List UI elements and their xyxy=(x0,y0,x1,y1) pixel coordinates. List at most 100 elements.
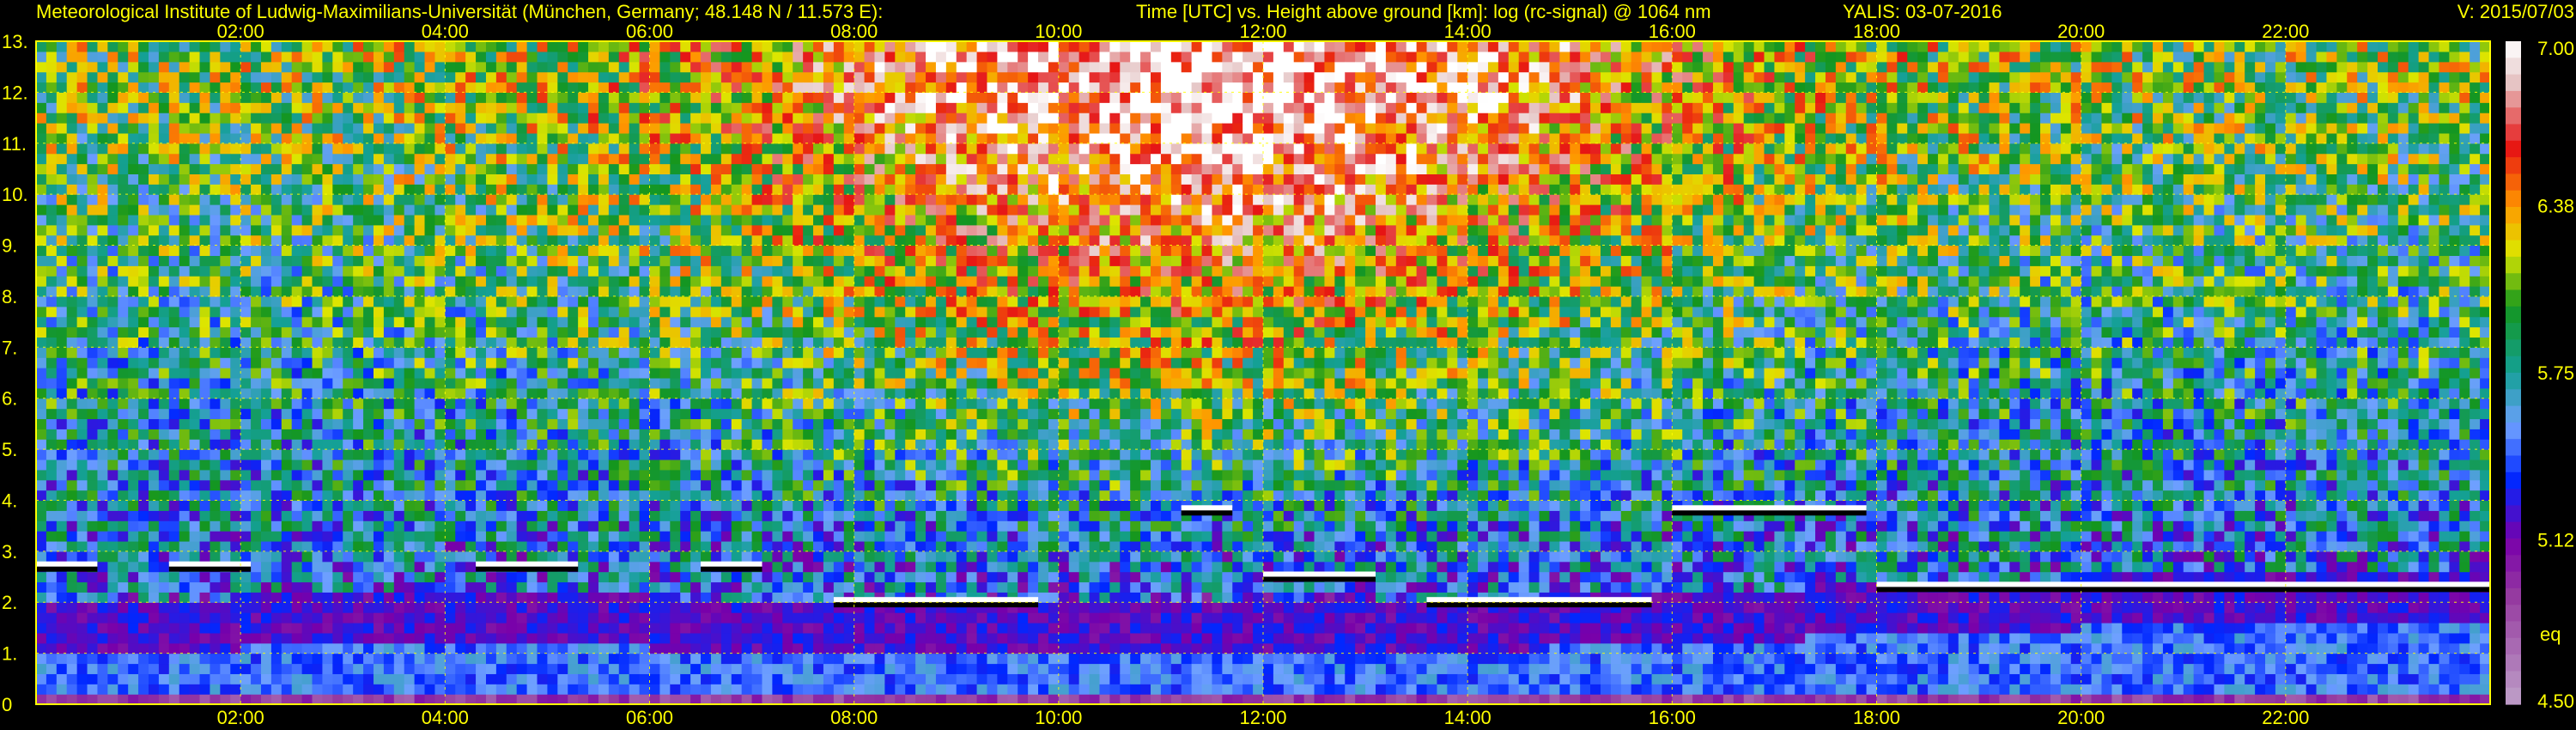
heatmap-cell xyxy=(168,102,180,113)
heatmap-cell xyxy=(568,663,579,674)
heatmap-cell xyxy=(537,612,549,624)
heatmap-cell xyxy=(680,102,691,113)
heatmap-cell xyxy=(312,571,324,583)
heatmap-cell xyxy=(731,653,743,665)
heatmap-cell xyxy=(751,694,763,705)
heatmap-cell xyxy=(618,245,630,257)
heatmap-cell xyxy=(720,531,732,542)
heatmap-cell xyxy=(36,418,47,429)
heatmap-cell xyxy=(741,387,753,399)
heatmap-cell xyxy=(199,531,211,542)
heatmap-cell xyxy=(230,61,241,73)
heatmap-cell xyxy=(87,61,99,73)
heatmap-cell xyxy=(731,531,743,542)
heatmap-cell xyxy=(168,439,180,450)
heatmap-cell xyxy=(629,581,641,593)
heatmap-cell xyxy=(87,531,99,542)
heatmap-cell xyxy=(588,113,599,124)
heatmap-cell xyxy=(363,540,374,552)
heatmap-cell xyxy=(46,531,58,542)
heatmap-cell xyxy=(629,531,641,542)
heatmap-cell xyxy=(741,551,753,563)
heatmap-cell xyxy=(680,551,691,563)
heatmap-cell xyxy=(189,61,201,73)
heatmap-cell xyxy=(608,694,620,705)
heatmap-cell xyxy=(731,469,743,481)
heatmap-cell xyxy=(608,316,620,328)
heatmap-cell xyxy=(710,234,722,246)
heatmap-cell xyxy=(618,653,630,665)
heatmap-cell xyxy=(516,173,528,185)
heatmap-cell xyxy=(332,684,343,695)
heatmap-cell xyxy=(210,551,221,563)
heatmap-cell xyxy=(701,204,712,216)
heatmap-cell xyxy=(720,632,732,644)
heatmap-cell xyxy=(639,184,651,195)
heatmap-cell xyxy=(782,295,793,307)
heatmap-cell xyxy=(383,398,395,410)
heatmap-cell xyxy=(782,479,793,491)
heatmap-cell xyxy=(772,204,783,216)
heatmap-column xyxy=(46,41,58,705)
heatmap-cell xyxy=(710,173,722,185)
heatmap-cell xyxy=(260,245,272,257)
heatmap-cell xyxy=(128,265,139,277)
heatmap-cell xyxy=(312,102,324,113)
heatmap-cell xyxy=(230,398,241,410)
heatmap-cell xyxy=(751,531,763,542)
heatmap-cell xyxy=(373,387,385,399)
heatmap-cell xyxy=(690,153,702,165)
heatmap-cell xyxy=(56,490,68,502)
heatmap-cell xyxy=(148,490,160,502)
heatmap-cell xyxy=(168,673,180,684)
heatmap-column xyxy=(476,41,487,705)
heatmap-cell xyxy=(168,71,180,83)
heatmap-cell xyxy=(782,255,793,266)
heatmap-cell xyxy=(383,265,395,277)
heatmap-cell xyxy=(66,510,78,521)
heatmap-cell xyxy=(168,510,180,521)
heatmap-cell xyxy=(281,153,293,165)
heatmap-cell xyxy=(547,316,558,328)
heatmap-cell xyxy=(598,51,610,63)
heatmap-cell xyxy=(97,113,108,124)
heatmap-cell xyxy=(485,459,497,471)
heatmap-cell xyxy=(710,540,722,552)
heatmap-cell xyxy=(690,132,702,144)
heatmap-cell xyxy=(301,41,313,52)
heatmap-cell xyxy=(107,581,118,593)
heatmap-cell xyxy=(220,347,231,358)
heatmap-cell xyxy=(495,418,507,429)
heatmap-cell xyxy=(148,684,160,695)
heatmap-cell xyxy=(455,255,466,266)
heatmap-cell xyxy=(128,276,139,287)
heatmap-cell xyxy=(618,295,630,307)
heatmap-cell xyxy=(270,224,283,236)
heatmap-cell xyxy=(291,368,303,379)
heatmap-cell xyxy=(608,439,620,450)
heatmap-cell xyxy=(710,520,722,532)
heatmap-cell xyxy=(251,194,262,205)
heatmap-cell xyxy=(158,429,170,440)
heatmap-cell xyxy=(373,418,385,429)
heatmap-cell xyxy=(230,214,241,226)
heatmap-cell xyxy=(782,184,793,195)
heatmap-cell xyxy=(343,71,354,83)
heatmap-cell xyxy=(526,551,538,563)
heatmap-cell xyxy=(568,51,579,63)
heatmap-cell xyxy=(424,306,436,318)
heatmap-cell xyxy=(332,632,343,644)
heatmap-cell xyxy=(97,439,108,450)
heatmap-cell xyxy=(189,286,201,297)
heatmap-cell xyxy=(281,337,293,348)
heatmap-cell xyxy=(772,41,783,52)
heatmap-cell xyxy=(701,571,712,583)
heatmap-cell xyxy=(424,632,436,644)
heatmap-cell xyxy=(36,71,47,83)
heatmap-cell xyxy=(312,194,324,205)
heatmap-cell xyxy=(772,306,783,318)
heatmap-cell xyxy=(189,265,201,277)
heatmap-cell xyxy=(404,102,416,113)
heatmap-cell xyxy=(772,194,783,205)
heatmap-cell xyxy=(251,286,262,297)
